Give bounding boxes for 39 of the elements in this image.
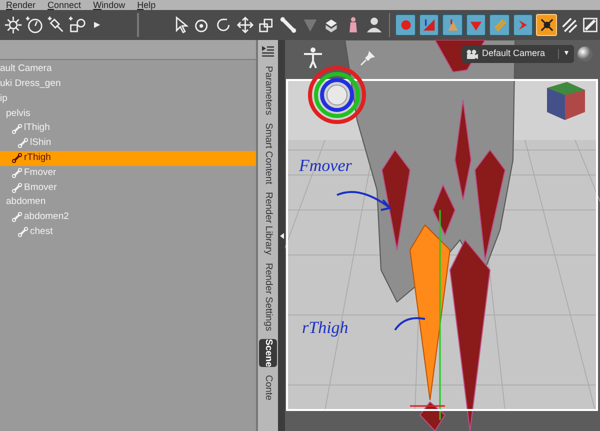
cross-icon (538, 17, 555, 33)
camera-icon (466, 49, 478, 59)
move-icon[interactable] (236, 15, 255, 35)
bone-icon (12, 212, 22, 222)
scene-tree-item[interactable]: rThigh (0, 150, 256, 166)
spotlight-icon[interactable] (46, 15, 66, 35)
brush-icon[interactable] (581, 15, 600, 35)
menu-item[interactable]: Window (93, 0, 126, 10)
sun-icon[interactable] (4, 15, 22, 35)
menu-item[interactable]: Help (137, 0, 156, 10)
person-icon[interactable] (365, 15, 384, 35)
more-tools-arrow[interactable]: ▶ (90, 19, 104, 31)
side-tab[interactable]: Scene (259, 339, 277, 368)
side-tab[interactable]: Smart Content (259, 123, 277, 184)
bone-icon (12, 182, 22, 193)
camera-name: Default Camera (482, 47, 546, 60)
pin-icon[interactable] (359, 49, 377, 67)
dial-icon[interactable] (25, 15, 44, 35)
menu-item[interactable]: Render (6, 0, 36, 10)
bone-icon (18, 227, 28, 238)
panel-menu-icon[interactable] (261, 44, 275, 58)
side-tab[interactable]: Parameters (259, 66, 277, 116)
side-tab[interactable]: Conte (259, 375, 277, 401)
bone-icon (12, 153, 22, 164)
stripes-icon[interactable] (560, 15, 578, 35)
shading-sphere-icon[interactable] (576, 46, 593, 62)
stripes-icon (492, 17, 508, 33)
handwritten-annotation: rThigh (302, 317, 348, 339)
bone-icon (18, 138, 28, 148)
handwritten-annotation: Fmover (299, 155, 352, 177)
side-tab[interactable]: Render Settings (259, 263, 277, 332)
shapes-icon[interactable] (68, 15, 87, 35)
bone-icon (12, 124, 22, 134)
triangle-icon (421, 17, 438, 33)
menu-item[interactable]: Connect (48, 0, 82, 10)
figure-icon[interactable] (303, 47, 323, 69)
side-tab[interactable]: Render Library (259, 192, 277, 256)
bone-icon (12, 168, 22, 178)
bone-icon[interactable] (279, 15, 298, 35)
